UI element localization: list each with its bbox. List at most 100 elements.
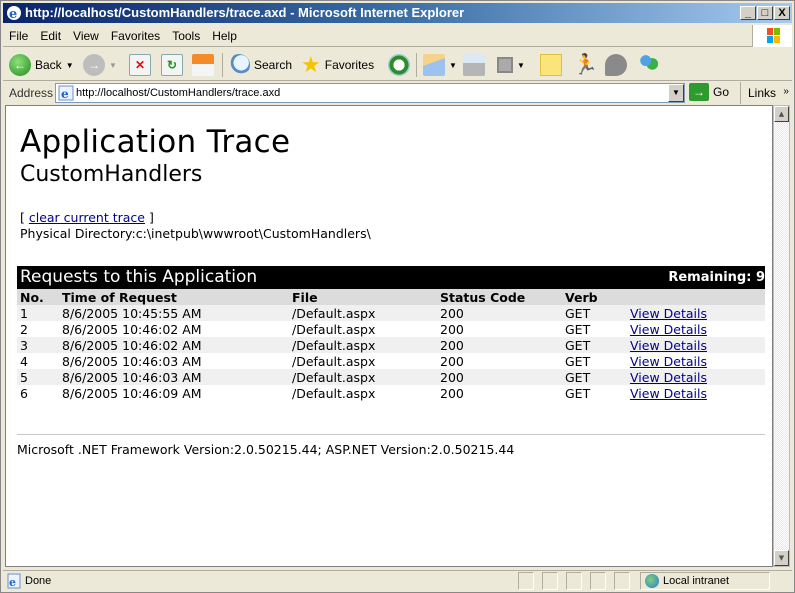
favorites-label: Favorites — [324, 58, 375, 72]
print-icon — [463, 54, 485, 76]
version-footer: Microsoft .NET Framework Version:2.0.502… — [17, 442, 515, 457]
remaining-count: Remaining: 9 — [437, 266, 765, 289]
cell-status: 200 — [440, 385, 464, 401]
close-button[interactable]: X — [774, 6, 790, 20]
menu-tools[interactable]: Tools — [166, 25, 206, 47]
window-title: http://localhost/CustomHandlers/trace.ax… — [25, 5, 465, 20]
sticky-note-button[interactable] — [540, 52, 562, 78]
cell-verb: GET — [562, 369, 627, 385]
cell-status: 200 — [437, 305, 562, 321]
cell-time: 8/6/2005 10:46:02 AM — [62, 321, 202, 337]
forward-button[interactable]: → ▼ — [83, 52, 117, 78]
stop-icon: ✕ — [129, 54, 151, 76]
discuss-button[interactable] — [605, 52, 627, 78]
status-pane — [614, 572, 630, 590]
edit-button[interactable]: ▼ — [497, 52, 525, 78]
toolbar-separator — [416, 53, 417, 77]
cell-no: 3 — [17, 337, 59, 353]
page-subtitle: CustomHandlers — [20, 162, 203, 187]
title-bar[interactable]: e http://localhost/CustomHandlers/trace.… — [3, 3, 792, 23]
back-button[interactable]: ← Back ▼ — [9, 52, 74, 78]
cell-no: 2 — [20, 321, 28, 337]
page-content: Application Trace CustomHandlers [ clear… — [5, 105, 773, 567]
messenger-icon — [638, 54, 660, 76]
col-header-time: Time of Request — [59, 289, 289, 305]
mail-button[interactable]: ▼ — [423, 52, 457, 78]
view-details-link[interactable]: View Details — [630, 386, 707, 401]
go-arrow-icon: → — [689, 83, 709, 101]
refresh-button[interactable]: ↻ — [161, 52, 183, 78]
cell-verb: GET — [562, 305, 627, 321]
table-title-row: Requests to this Application Remaining: … — [17, 266, 765, 289]
svg-text:e: e — [9, 576, 16, 589]
back-label: Back — [35, 58, 62, 72]
scroll-down-icon[interactable]: ▼ — [774, 550, 789, 566]
view-details-link[interactable]: View Details — [630, 322, 707, 337]
print-button[interactable] — [463, 52, 485, 78]
links-button[interactable]: Links » — [740, 82, 792, 104]
menu-file[interactable]: File — [3, 25, 34, 47]
cell-verb: GET — [565, 353, 591, 369]
aim-icon: 🏃 — [573, 54, 598, 76]
home-button[interactable] — [192, 52, 214, 78]
clear-trace-link[interactable]: clear current trace — [29, 210, 145, 225]
column-header-row: No. Time of Request File Status Code Ver… — [17, 289, 765, 305]
edit-dropdown-icon[interactable]: ▼ — [517, 61, 525, 70]
address-url: http://localhost/CustomHandlers/trace.ax… — [76, 87, 281, 99]
messenger-button[interactable] — [638, 52, 660, 78]
status-pane — [590, 572, 606, 590]
links-chevron-icon: » — [783, 86, 789, 97]
menu-favorites[interactable]: Favorites — [105, 25, 166, 47]
menu-edit[interactable]: Edit — [34, 25, 67, 47]
cell-file: /Default.aspx — [292, 385, 376, 401]
cell-verb: GET — [565, 321, 591, 337]
stop-button[interactable]: ✕ — [129, 52, 151, 78]
favorites-button[interactable]: ★ Favorites — [301, 52, 374, 78]
go-button[interactable]: → Go — [689, 83, 729, 101]
search-button[interactable]: Search — [228, 52, 292, 78]
page-title: Application Trace — [20, 124, 291, 160]
history-icon — [388, 54, 410, 76]
mail-dropdown-icon[interactable]: ▼ — [449, 61, 457, 70]
edit-icon — [497, 57, 513, 73]
bracket-close: ] — [145, 210, 154, 225]
ie-logo-icon: e — [7, 6, 21, 21]
scroll-up-icon[interactable]: ▲ — [774, 106, 789, 122]
security-zone[interactable]: Local intranet — [640, 572, 770, 590]
cell-file: /Default.aspx — [292, 353, 376, 369]
physical-directory: Physical Directory:c:\inetpub\wwwroot\Cu… — [20, 226, 371, 241]
refresh-icon: ↻ — [161, 54, 183, 76]
forward-dropdown-icon[interactable]: ▼ — [109, 61, 117, 70]
home-icon — [192, 54, 214, 76]
cell-file: /Default.aspx — [289, 305, 437, 321]
view-details-link[interactable]: View Details — [630, 354, 707, 369]
cell-status: 200 — [440, 321, 464, 337]
view-details-link[interactable]: View Details — [630, 338, 707, 353]
history-button[interactable] — [388, 52, 410, 78]
view-details-link[interactable]: View Details — [630, 370, 707, 385]
cell-no: 6 — [20, 385, 28, 401]
favorites-star-icon: ★ — [301, 52, 321, 77]
cell-verb: GET — [565, 385, 591, 401]
cell-no: 1 — [17, 305, 59, 321]
back-dropdown-icon[interactable]: ▼ — [66, 61, 74, 70]
address-input[interactable]: e http://localhost/CustomHandlers/trace.… — [55, 83, 685, 103]
minimize-button[interactable]: _ — [740, 6, 756, 20]
address-dropdown-icon[interactable]: ▼ — [668, 84, 684, 102]
menu-help[interactable]: Help — [206, 25, 243, 47]
col-header-details — [627, 289, 765, 305]
status-pane — [566, 572, 582, 590]
page-status-icon: e — [7, 573, 21, 589]
view-details-link[interactable]: View Details — [630, 306, 707, 321]
aim-button[interactable]: 🏃 — [573, 52, 598, 78]
cell-status: 200 — [437, 369, 562, 385]
address-bar: Address e http://localhost/CustomHandler… — [3, 82, 792, 104]
address-label: Address — [9, 86, 54, 100]
cell-file: /Default.aspx — [289, 369, 437, 385]
table-row: 4 8/6/2005 10:46:03 AM/Default.aspx 200 GET… — [17, 353, 765, 369]
menu-view[interactable]: View — [67, 25, 105, 47]
status-bar: e Done Local intranet — [3, 570, 792, 591]
vertical-scrollbar[interactable]: ▲ ▼ — [773, 105, 790, 567]
maximize-button[interactable]: □ — [757, 6, 773, 20]
bracket-open: [ — [20, 210, 29, 225]
